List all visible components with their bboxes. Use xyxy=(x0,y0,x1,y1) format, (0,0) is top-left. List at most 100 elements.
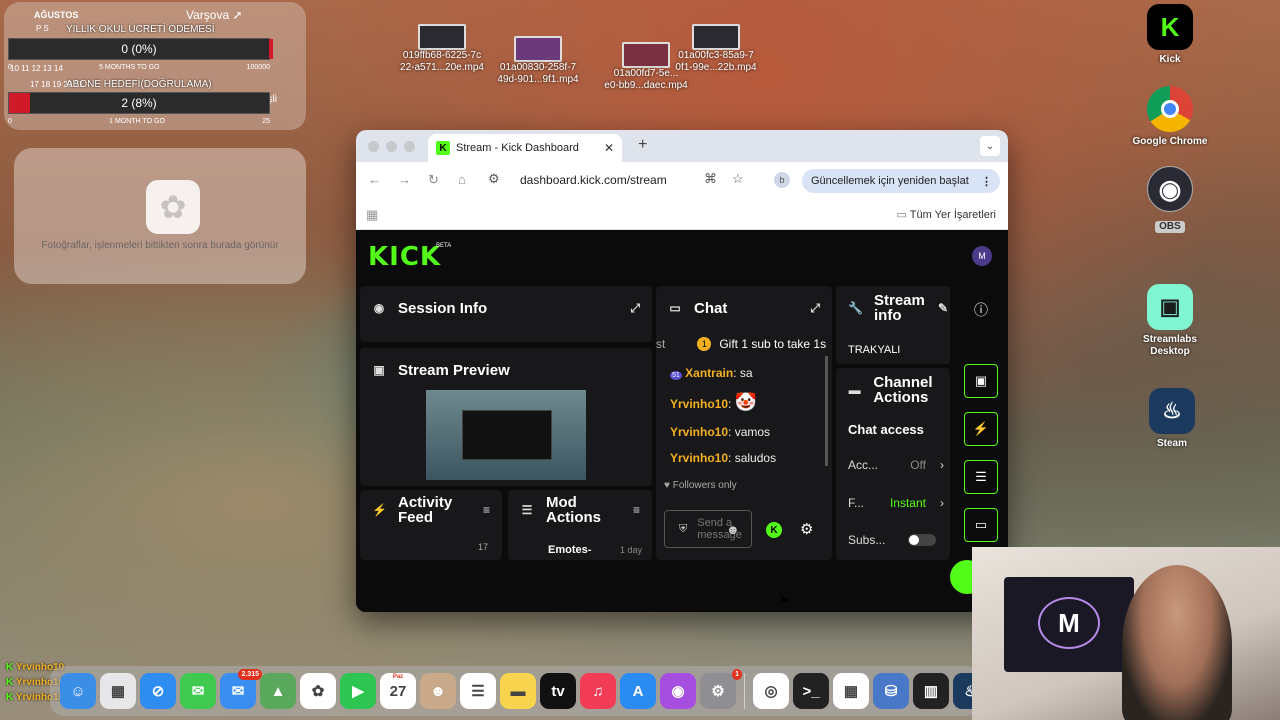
kick-logo[interactable]: KICK xyxy=(368,242,441,272)
photos-caption: Fotoğraflar, işlenmeleri bittikten sonra… xyxy=(41,240,279,251)
edit-icon[interactable]: ✎ xyxy=(938,301,948,315)
browser-tab[interactable]: K Stream - Kick Dashboard ✕ xyxy=(428,134,622,162)
desktop-file[interactable]: 01a00fc3-85a9-7 0f1-99e...22b.mp4 xyxy=(666,24,766,74)
goal-value: 2 (8%) xyxy=(121,96,157,110)
sub-badge-icon: 51 xyxy=(670,371,682,380)
chat-message: 51 Xantrain: sa xyxy=(670,366,753,380)
dock-app-contacts[interactable]: ☻ xyxy=(420,673,456,709)
desktop-file[interactable]: 01a00830-258f-7 49d-901...9f1.mp4 xyxy=(488,36,588,86)
window-close-button[interactable] xyxy=(368,141,379,152)
desktop-icon-label: Steam xyxy=(1156,438,1187,449)
setting-row[interactable]: Acc... Off › xyxy=(848,458,944,472)
dock-app-podcasts[interactable]: ◉ xyxy=(660,673,696,709)
dock-app-reminders[interactable]: ☰ xyxy=(460,673,496,709)
pinned-gift-banner[interactable]: st 1 Gift 1 sub to take 1s xyxy=(656,334,832,354)
contacts-icon: ☻ xyxy=(430,682,446,700)
tab-close-icon[interactable]: ✕ xyxy=(604,141,614,155)
emote-picker-icon[interactable]: ☻ xyxy=(726,522,740,537)
address-bar[interactable]: dashboard.kick.com/stream xyxy=(520,173,667,187)
panel-title: Stream Preview xyxy=(398,361,510,379)
photos-widget[interactable]: ✿ Fotoğraflar, işlenmeleri bittikten son… xyxy=(14,148,306,284)
kick-icon: K xyxy=(1147,4,1193,50)
dock-app-app-store[interactable]: A xyxy=(620,673,656,709)
update-button[interactable]: Güncellemek için yeniden başlat ⋮ xyxy=(802,169,1000,193)
desktop-icon-streamlabs[interactable]: ▣ Streamlabs Desktop xyxy=(1125,284,1215,358)
shield-icon: ⛨ xyxy=(679,522,688,535)
podcasts-icon: ◉ xyxy=(671,683,685,700)
sidebar-chat-button[interactable]: ▭ xyxy=(964,508,998,542)
kick-emote-icon[interactable]: K xyxy=(766,522,782,538)
dock-app-facetime[interactable]: ▶ xyxy=(340,673,376,709)
dock-app-utility[interactable]: ▥ xyxy=(913,673,949,709)
forward-icon[interactable]: → xyxy=(398,172,411,187)
setting-row[interactable]: F... Instant › xyxy=(848,496,944,510)
dock-app-safari[interactable]: ⊘ xyxy=(140,673,176,709)
dock-app-music[interactable]: ♫ xyxy=(580,673,616,709)
dock-app-system-settings[interactable]: ⚙ 1 xyxy=(700,669,742,709)
sidebar-preview-button[interactable]: ▣ xyxy=(964,364,998,398)
window-minimize-button[interactable] xyxy=(386,141,397,152)
chat-scrollbar[interactable] xyxy=(825,356,828,466)
expand-icon[interactable]: ⤢ xyxy=(810,301,820,316)
tab-bar: K Stream - Kick Dashboard ✕ + ⌄ xyxy=(356,130,1008,162)
mod-action-time: 1 day xyxy=(619,545,642,555)
dock-app-mail[interactable]: ✉ 2.315 xyxy=(220,669,262,709)
gift-icon: 1 xyxy=(697,337,712,351)
desktop-icon-kick[interactable]: K Kick xyxy=(1125,4,1215,66)
dock-app-terminal[interactable]: >_ xyxy=(793,673,829,709)
stream-preview-video[interactable] xyxy=(426,390,586,480)
webcam-tv-logo-icon: M xyxy=(1038,597,1100,649)
dock-app-chrome[interactable]: ◎ xyxy=(753,673,789,709)
desktop-icon-chrome[interactable]: Google Chrome xyxy=(1125,86,1215,148)
dock-app-spreadsheet[interactable]: ▦ xyxy=(833,673,869,709)
calendar-month-label: Paz xyxy=(392,674,404,680)
filter-icon[interactable]: ≡ xyxy=(483,503,490,517)
file-thumbnail xyxy=(514,36,562,62)
home-icon[interactable]: ⌂ xyxy=(458,172,466,187)
bookmarks-bar: ▦ ▭ Tüm Yer İşaretleri xyxy=(356,200,1008,230)
filter-icon[interactable]: ≡ xyxy=(633,503,640,517)
subscribers-toggle[interactable] xyxy=(908,534,936,546)
desktop-icon-steam[interactable]: ♨ Steam xyxy=(1127,388,1217,450)
dock-app-calendar[interactable]: 27 Paz xyxy=(380,673,416,709)
menu-dots-icon[interactable]: ⋮ xyxy=(981,175,992,188)
dock-app-messages[interactable]: ✉ xyxy=(180,673,216,709)
back-icon[interactable]: ← xyxy=(368,172,381,187)
system-settings-icon: ⚙ xyxy=(711,683,725,700)
expand-icon[interactable]: ⤢ xyxy=(630,301,640,316)
chat-settings-icon[interactable]: ⚙ xyxy=(800,520,813,538)
goal-axis: 0 1 MONTH TO GO 25 xyxy=(8,118,270,125)
dock-app-photos[interactable]: ✿ xyxy=(300,673,336,709)
dock: ☺ ▦ ⊘ ✉ ✉ 2.315 ▲ ✿ ▶ 27 Paz ☻ ☰ ▬ tv ♫ A ◉ ⚙ 1 ◎ >_ ▦ ⛁ ▥ ♨ xyxy=(50,666,989,716)
site-info-icon[interactable]: ⚙ xyxy=(488,171,500,187)
apps-grid-icon[interactable]: ▦ xyxy=(366,207,378,223)
tab-search-button[interactable]: ⌄ xyxy=(980,136,1000,156)
dock-app-notes[interactable]: ▬ xyxy=(500,673,536,709)
user-avatar[interactable]: M xyxy=(972,246,992,266)
all-bookmarks-button[interactable]: ▭ Tüm Yer İşaretleri xyxy=(897,208,996,221)
new-tab-button[interactable]: + xyxy=(638,136,647,154)
profile-avatar[interactable]: b xyxy=(774,172,790,188)
desktop-file[interactable]: 019ffb68-6225-7c 22-a571...20e.mp4 xyxy=(392,24,492,74)
translate-icon[interactable]: ⌘ xyxy=(704,171,717,187)
dock-separator xyxy=(744,673,745,709)
dock-app-tv[interactable]: tv xyxy=(540,673,576,709)
reload-icon[interactable]: ↻ xyxy=(428,172,439,188)
sidebar-activity-button[interactable]: ⚡ xyxy=(964,412,998,446)
sidebar-modlog-button[interactable]: ☰ xyxy=(964,460,998,494)
panel-header: ◉ Session Info ⤢ xyxy=(360,286,652,330)
dock-app-maps[interactable]: ▲ xyxy=(260,673,296,709)
facetime-icon: ▶ xyxy=(352,683,364,700)
bookmark-star-icon[interactable]: ☆ xyxy=(732,171,744,187)
dock-app-launchpad[interactable]: ▦ xyxy=(100,673,136,709)
mod-action-row: Emotes- xyxy=(548,544,592,556)
mail-icon: ✉ xyxy=(231,683,245,700)
notification-badge: 2.315 xyxy=(238,669,262,680)
desktop-icon-obs[interactable]: ◉ OBS xyxy=(1125,166,1215,234)
dock-app-finder[interactable]: ☺ xyxy=(60,673,96,709)
panel-header: ▣ Stream Preview xyxy=(360,348,652,392)
chat-access-heading: Chat access xyxy=(848,422,924,437)
window-zoom-button[interactable] xyxy=(404,141,415,152)
info-icon[interactable]: ⓘ xyxy=(974,300,988,320)
dock-app-storage[interactable]: ⛁ xyxy=(873,673,909,709)
